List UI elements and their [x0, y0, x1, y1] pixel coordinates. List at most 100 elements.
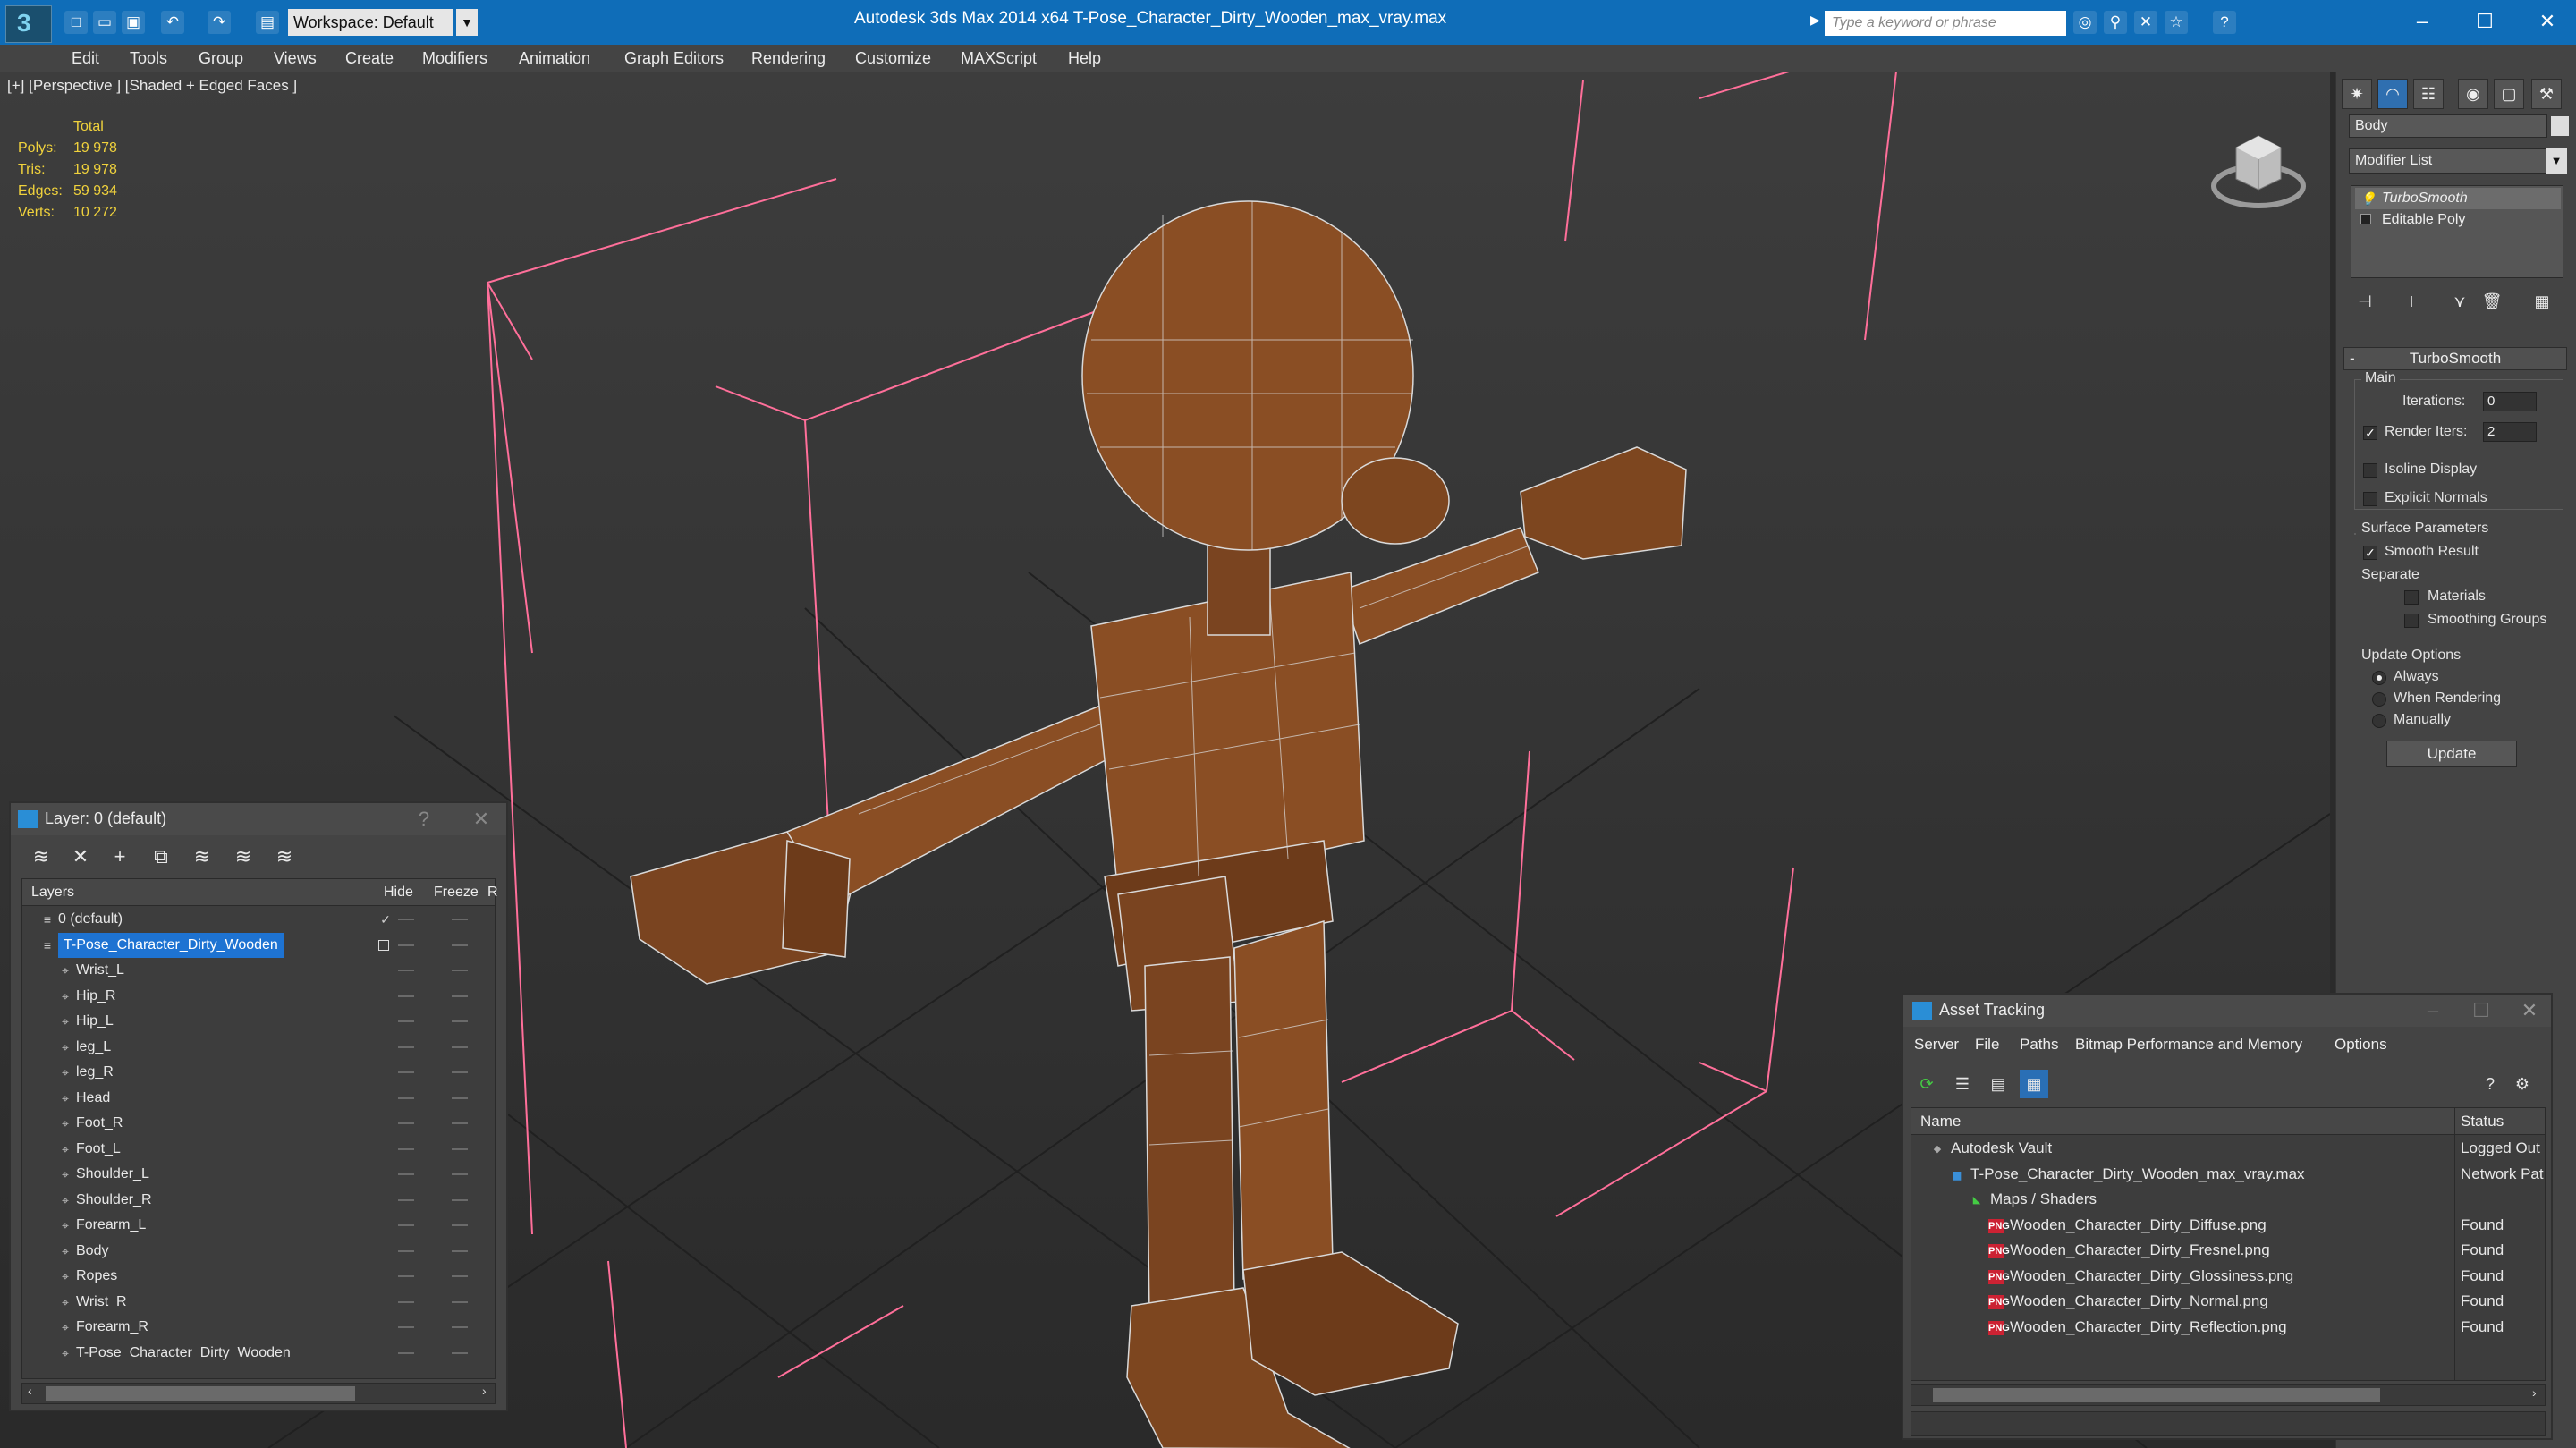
- show-end-result-icon[interactable]: ⏽: [2397, 288, 2426, 315]
- open-file-icon[interactable]: ▭: [93, 11, 116, 34]
- help-icon[interactable]: ?: [2476, 1070, 2504, 1098]
- hide-toggle[interactable]: [398, 1071, 414, 1073]
- asset-row[interactable]: PNG Wooden_Character_Dirty_Reflection.png…: [1911, 1315, 2545, 1341]
- chevron-down-icon[interactable]: ▼: [456, 9, 478, 36]
- iterations-spinner[interactable]: 0: [2483, 392, 2537, 411]
- layer-row[interactable]: ≡ T-Pose_Character_Dirty_Wooden: [22, 932, 495, 959]
- object-row[interactable]: ⌖ leg_L: [22, 1035, 495, 1061]
- menu-file[interactable]: File: [1975, 1036, 1999, 1054]
- binoculars-icon[interactable]: ◎: [2073, 11, 2097, 34]
- object-row[interactable]: ⌖ Forearm_L: [22, 1213, 495, 1239]
- menu-options[interactable]: Options: [2334, 1036, 2387, 1054]
- modify-tab-icon[interactable]: ◠: [2377, 79, 2408, 109]
- redo-icon[interactable]: ↷: [208, 11, 231, 34]
- object-row[interactable]: ⌖ Foot_R: [22, 1111, 495, 1137]
- workspace-dropdown[interactable]: Workspace: Default: [288, 9, 453, 36]
- object-row[interactable]: ⌖ Wrist_L: [22, 958, 495, 984]
- menu-create[interactable]: Create: [345, 49, 394, 68]
- object-row[interactable]: ⌖ Hip_L: [22, 1009, 495, 1035]
- asset-row[interactable]: PNG Wooden_Character_Dirty_Glossiness.png…: [1911, 1264, 2545, 1290]
- materials-checkbox[interactable]: [2404, 590, 2419, 605]
- menu-rendering[interactable]: Rendering: [751, 49, 826, 68]
- object-row[interactable]: ⌖ Head: [22, 1086, 495, 1112]
- undo-icon[interactable]: ↶: [161, 11, 184, 34]
- hide-toggle[interactable]: [398, 1122, 414, 1124]
- object-row[interactable]: ⌖ Foot_L: [22, 1137, 495, 1163]
- object-color-swatch[interactable]: [2551, 116, 2569, 136]
- freeze-toggle[interactable]: [452, 1198, 468, 1201]
- object-row[interactable]: ⌖ Hip_R: [22, 984, 495, 1010]
- freeze-toggle[interactable]: [452, 970, 468, 971]
- column-hide[interactable]: Hide: [384, 885, 413, 901]
- freeze-toggle[interactable]: [452, 1097, 468, 1099]
- hide-toggle[interactable]: [398, 1198, 414, 1201]
- freeze-toggle[interactable]: [452, 1224, 468, 1226]
- hide-toggle[interactable]: [398, 1300, 414, 1303]
- viewcube-icon[interactable]: [2209, 116, 2308, 215]
- modifier-list-dropdown[interactable]: Modifier List: [2349, 148, 2547, 174]
- object-row[interactable]: ⌖ Shoulder_R: [22, 1188, 495, 1214]
- save-icon[interactable]: ▣: [122, 11, 145, 34]
- menu-views[interactable]: Views: [274, 49, 317, 68]
- make-unique-icon[interactable]: ⋎: [2445, 288, 2474, 315]
- hide-toggle[interactable]: [398, 995, 414, 997]
- when-rendering-radio[interactable]: [2372, 692, 2386, 707]
- stack-item-editable-poly[interactable]: Editable Poly: [2355, 209, 2561, 231]
- render-iters-spinner[interactable]: 2: [2483, 422, 2537, 442]
- freeze-toggle[interactable]: [452, 1020, 468, 1022]
- hide-toggle[interactable]: [398, 1173, 414, 1175]
- column-freeze[interactable]: Freeze: [434, 885, 479, 901]
- manually-radio[interactable]: [2372, 714, 2386, 728]
- lightbulb-icon[interactable]: 💡: [2360, 188, 2376, 209]
- settings-icon[interactable]: ⚙: [2508, 1070, 2537, 1098]
- utilities-tab-icon[interactable]: ⚒: [2531, 79, 2562, 109]
- freeze-toggle[interactable]: [452, 1249, 468, 1252]
- column-name[interactable]: Name: [1920, 1113, 1961, 1130]
- asset-row[interactable]: ▆ T-Pose_Character_Dirty_Wooden_max_vray.…: [1911, 1162, 2545, 1188]
- asset-tracking-titlebar[interactable]: Asset Tracking – ☐ ✕: [1903, 995, 2551, 1027]
- freeze-toggle[interactable]: [452, 1326, 468, 1328]
- object-row[interactable]: ⌖ Wrist_R: [22, 1290, 495, 1316]
- close-icon[interactable]: ✕: [2513, 998, 2546, 1023]
- help-icon[interactable]: ?: [408, 807, 440, 832]
- expand-icon[interactable]: [2360, 214, 2371, 224]
- freeze-toggle[interactable]: [452, 919, 468, 920]
- menu-group[interactable]: Group: [199, 49, 243, 68]
- freeze-toggle[interactable]: [452, 995, 468, 997]
- asset-row[interactable]: PNG Wooden_Character_Dirty_Fresnel.png Fou…: [1911, 1238, 2545, 1264]
- hide-toggle[interactable]: [398, 1097, 414, 1099]
- asset-path-field[interactable]: [1911, 1411, 2546, 1436]
- smoothing-groups-checkbox[interactable]: [2404, 614, 2419, 628]
- menu-edit[interactable]: Edit: [72, 49, 99, 68]
- freeze-toggle[interactable]: [452, 1275, 468, 1277]
- scrollbar-thumb[interactable]: [1933, 1388, 2380, 1402]
- search-input[interactable]: Type a keyword or phrase: [1825, 11, 2066, 36]
- freeze-toggle[interactable]: [452, 1147, 468, 1150]
- search-expand-icon[interactable]: ▶: [1810, 13, 1820, 28]
- minimize-icon[interactable]: –: [2395, 5, 2449, 38]
- render-iters-checkbox[interactable]: ✓: [2363, 426, 2377, 440]
- turbosmooth-rollout[interactable]: - TurboSmooth: [2343, 347, 2567, 370]
- asset-row[interactable]: PNG Wooden_Character_Dirty_Diffuse.png Fou…: [1911, 1213, 2545, 1239]
- freeze-toggle[interactable]: [452, 1046, 468, 1048]
- object-row[interactable]: ⌖ Forearm_R: [22, 1315, 495, 1341]
- freeze-toggle[interactable]: [452, 1173, 468, 1175]
- display-tab-icon[interactable]: ▢: [2494, 79, 2524, 109]
- horizontal-scrollbar[interactable]: ›: [1911, 1384, 2546, 1406]
- maximize-icon[interactable]: ☐: [2458, 5, 2512, 38]
- delete-icon[interactable]: ✕: [64, 841, 97, 873]
- viewport-label[interactable]: [+] [Perspective ] [Shaded + Edged Faces…: [7, 77, 297, 95]
- menu-animation[interactable]: Animation: [519, 49, 590, 68]
- hide-toggle[interactable]: [398, 970, 414, 971]
- hide-toggle[interactable]: [398, 919, 414, 920]
- column-render[interactable]: R: [487, 885, 498, 901]
- menu-paths[interactable]: Paths: [2020, 1036, 2058, 1054]
- subscription-icon[interactable]: ⚲: [2104, 11, 2127, 34]
- highlight-layer-icon[interactable]: ≋: [186, 841, 218, 873]
- remove-modifier-icon[interactable]: 🗑: [2478, 288, 2506, 315]
- table-view-icon[interactable]: ▦: [2020, 1070, 2048, 1098]
- add-icon[interactable]: +: [104, 841, 136, 873]
- chevron-right-icon[interactable]: ›: [482, 1384, 487, 1398]
- object-row[interactable]: ⌖ leg_R: [22, 1060, 495, 1086]
- configure-modifier-sets-icon[interactable]: ▦: [2528, 288, 2556, 315]
